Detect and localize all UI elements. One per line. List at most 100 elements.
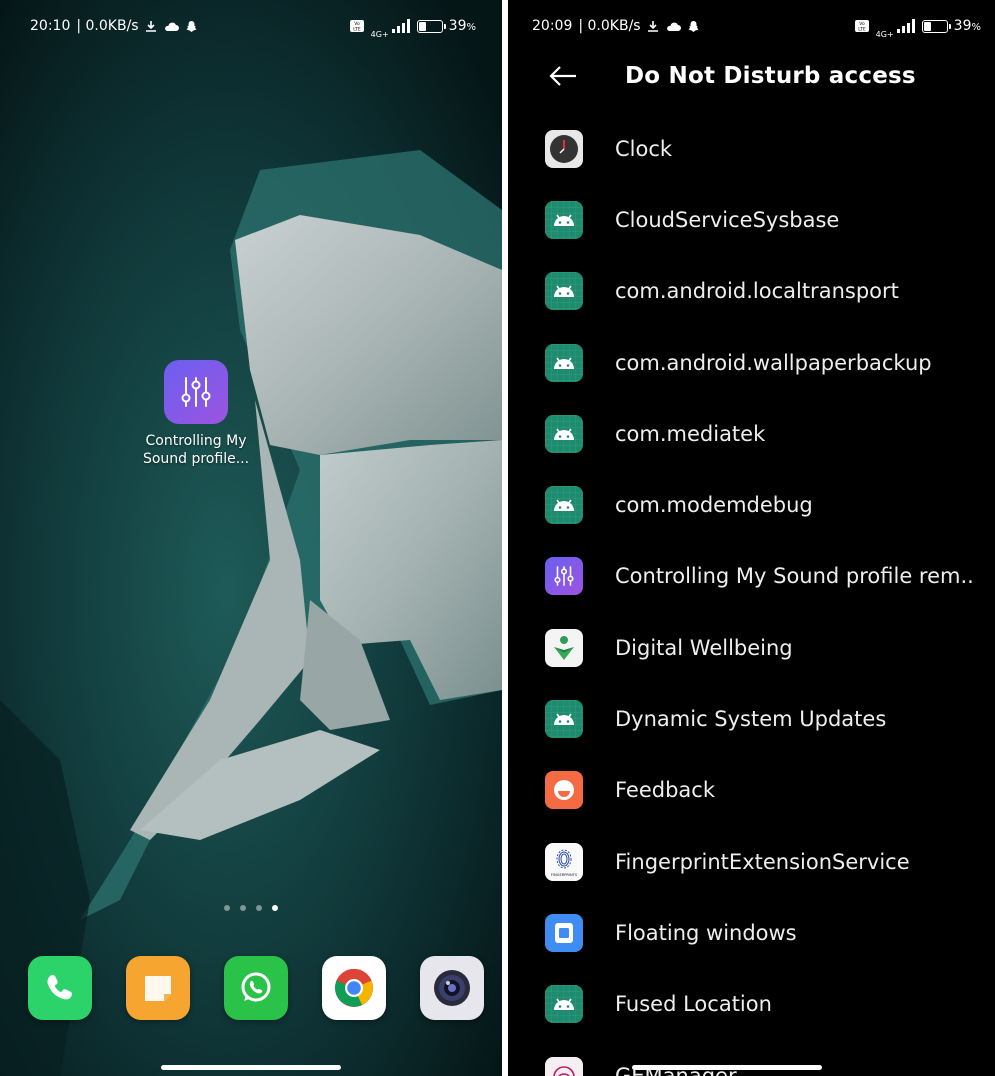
dnd-access-screen: 20:09 | 0.0KB/s Vo LTE 4G+ 39% Do Not Dis… <box>508 0 995 1076</box>
battery-unit: % <box>466 22 476 33</box>
list-item[interactable]: CloudServiceSysbase <box>508 184 995 255</box>
list-item-label: Floating windows <box>615 920 797 945</box>
list-item[interactable]: com.modemdebug <box>508 469 995 540</box>
gesture-bar[interactable] <box>632 1065 823 1070</box>
svg-text:Vo: Vo <box>859 21 865 27</box>
list-item[interactable]: Clock <box>508 113 995 184</box>
phone-icon <box>47 974 73 1000</box>
download-icon <box>145 21 156 32</box>
home-app-label-line2: Sound profile... <box>142 451 250 467</box>
list-item[interactable]: Fused Location <box>508 969 995 1040</box>
battery-level <box>418 21 427 31</box>
volte-icon: VoLTE <box>854 20 869 33</box>
signal-icon <box>896 19 915 33</box>
android-icon <box>545 985 583 1024</box>
status-bar: 20:10 | 0.0KB/s Vo LTE 4G+ 39% <box>0 0 502 52</box>
status-speed: | 0.0KB/s <box>76 18 139 34</box>
list-item-label: Digital Wellbeing <box>615 635 793 660</box>
page-dot <box>256 905 262 911</box>
svg-text:LTE: LTE <box>858 27 866 33</box>
list-item-label: com.android.wallpaperbackup <box>615 350 932 375</box>
floating-window-icon <box>545 913 583 952</box>
cloud-icon <box>164 22 179 31</box>
snapchat-icon <box>186 20 197 32</box>
svg-text:FINGERPRINTS: FINGERPRINTS <box>551 873 578 877</box>
status-time: 20:09 <box>532 18 573 34</box>
dock-camera[interactable] <box>420 956 484 1020</box>
dock <box>28 956 484 1020</box>
fingerprint-service-icon: FINGERPRINTS <box>545 842 583 881</box>
list-item[interactable]: GEManager <box>508 1040 995 1076</box>
list-item-label: Clock <box>615 136 673 161</box>
list-item-label: com.android.localtransport <box>615 279 899 304</box>
list-item-label: Controlling My Sound profile rem.. <box>615 564 974 589</box>
network-type: 4G+ <box>875 30 894 39</box>
signal-icon <box>391 19 410 33</box>
list-item[interactable]: Feedback <box>508 755 995 826</box>
back-arrow-icon <box>549 66 576 86</box>
dock-phone[interactable] <box>28 956 92 1020</box>
android-icon <box>545 200 583 239</box>
home-app-controlling-sound[interactable]: Controlling My Sound profile... <box>140 360 252 468</box>
android-icon <box>545 700 583 739</box>
chrome-icon <box>335 968 373 1007</box>
snapchat-icon <box>688 20 699 32</box>
android-icon <box>545 272 583 311</box>
page-title: Do Not Disturb access <box>625 63 916 89</box>
android-icon <box>545 414 583 453</box>
list-item[interactable]: com.android.wallpaperbackup <box>508 327 995 398</box>
battery-percent: 39 <box>953 18 972 34</box>
feedback-icon <box>545 771 583 810</box>
list-item[interactable]: Digital Wellbeing <box>508 612 995 683</box>
cloud-icon <box>666 22 681 31</box>
list-item[interactable]: com.android.localtransport <box>508 256 995 327</box>
page-dot <box>240 905 246 911</box>
battery-percent: 39 <box>448 18 467 34</box>
message-icon <box>145 976 171 1001</box>
battery-icon <box>416 19 446 33</box>
network-type: 4G+ <box>370 30 389 39</box>
battery-unit: % <box>971 22 981 33</box>
android-icon <box>545 486 583 525</box>
gesture-bar[interactable] <box>161 1065 341 1070</box>
list-item-label: com.mediatek <box>615 421 766 446</box>
page-dot <box>272 905 278 911</box>
battery-icon <box>921 19 951 33</box>
app-list: Clock CloudServiceSysbase com.android.loca… <box>508 113 995 1076</box>
dock-messages[interactable] <box>126 956 190 1020</box>
list-item-label: FingerprintExtensionService <box>615 849 910 874</box>
wellbeing-icon <box>545 628 583 667</box>
home-screen: 20:10 | 0.0KB/s Vo LTE 4G+ 39% Controllin… <box>0 0 502 1076</box>
page-indicator <box>0 905 502 911</box>
list-item[interactable]: FINGERPRINTS FingerprintExtensionService <box>508 826 995 897</box>
page-dot <box>224 905 230 911</box>
sliders-icon <box>545 557 583 596</box>
dock-whatsapp[interactable] <box>224 956 288 1020</box>
list-item-label: com.modemdebug <box>615 493 813 518</box>
list-item[interactable]: Controlling My Sound profile rem.. <box>508 541 995 612</box>
list-item[interactable]: com.mediatek <box>508 398 995 469</box>
status-bar: 20:09 | 0.0KB/s Vo LTE 4G+ 39% <box>508 0 995 52</box>
home-app-label-line1: Controlling My <box>145 433 247 449</box>
list-item-label: Fused Location <box>615 992 772 1017</box>
android-icon <box>545 343 583 382</box>
fingerprint-icon <box>545 1056 583 1076</box>
wallpaper <box>0 0 502 1076</box>
app-bar: Do Not Disturb access <box>508 52 995 100</box>
svg-text:Vo: Vo <box>354 21 360 27</box>
download-icon <box>647 21 658 32</box>
list-item[interactable]: Dynamic System Updates <box>508 683 995 754</box>
status-time: 20:10 <box>30 18 71 34</box>
svg-text:LTE: LTE <box>353 27 361 33</box>
whatsapp-icon <box>241 972 271 1002</box>
dock-chrome[interactable] <box>322 956 386 1020</box>
battery-level <box>923 21 932 31</box>
back-button[interactable] <box>544 57 582 95</box>
list-item-label: Feedback <box>615 778 716 803</box>
volte-icon: VoLTE <box>349 20 364 33</box>
list-item[interactable]: Floating windows <box>508 897 995 968</box>
status-speed: | 0.0KB/s <box>578 18 641 34</box>
camera-icon <box>434 970 470 1006</box>
list-item-label: Dynamic System Updates <box>615 707 887 732</box>
sliders-icon <box>164 360 228 424</box>
